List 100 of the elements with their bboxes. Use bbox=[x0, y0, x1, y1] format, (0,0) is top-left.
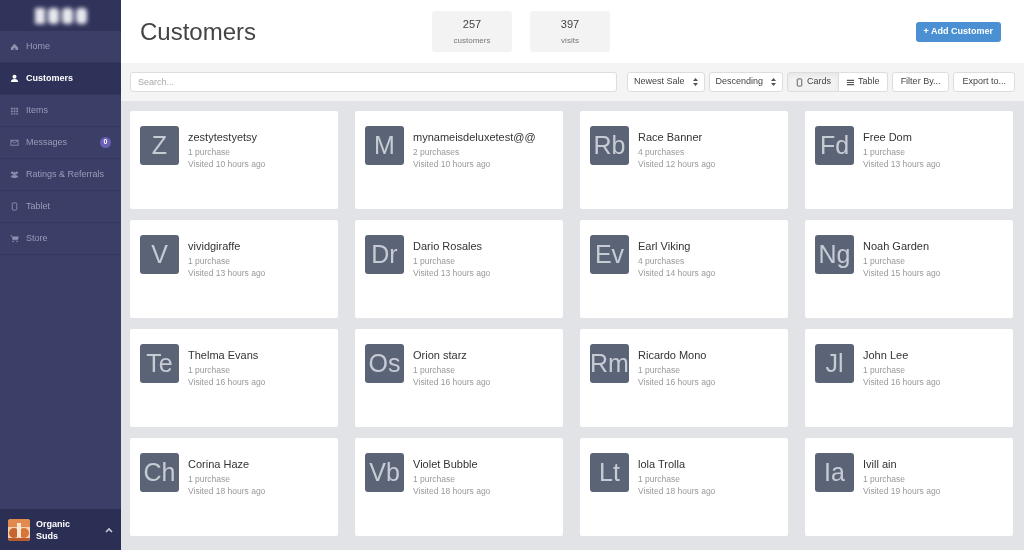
customer-avatar: Os bbox=[365, 344, 404, 383]
tablet-icon bbox=[795, 77, 805, 87]
last-visit: Visited 16 hours ago bbox=[413, 376, 491, 388]
customer-avatar: Ia bbox=[815, 453, 854, 492]
customer-avatar: V bbox=[140, 235, 179, 274]
customer-name: Free Dom bbox=[863, 130, 913, 144]
purchase-count: 2 purchases bbox=[413, 146, 461, 158]
purchase-count: 1 purchase bbox=[188, 473, 232, 485]
purchase-count: 1 purchase bbox=[413, 255, 457, 267]
customer-card[interactable]: Lt lola Trolla 1 purchase Visited 18 hours ago bbox=[580, 438, 788, 536]
order-select[interactable]: Descending bbox=[708, 72, 784, 92]
customer-card[interactable]: Fd Free Dom 1 purchase Visited 13 hours ago bbox=[805, 111, 1013, 209]
purchase-count: 4 purchases bbox=[638, 146, 686, 158]
home-icon bbox=[10, 42, 19, 51]
purchase-count: 4 purchases bbox=[638, 255, 686, 267]
customer-card[interactable]: Os Orion starz 1 purchase Visited 16 hours ago bbox=[355, 329, 563, 427]
last-visit: Visited 15 hours ago bbox=[863, 267, 941, 279]
sidebar-item[interactable]: Customers bbox=[0, 63, 121, 95]
customer-avatar: Lt bbox=[590, 453, 629, 492]
customer-card[interactable]: Ch Corina Haze 1 purchase Visited 18 hours ago bbox=[130, 438, 338, 536]
envelope-icon bbox=[10, 138, 19, 147]
purchase-count: 1 purchase bbox=[638, 364, 682, 376]
stat-value: 397 bbox=[560, 16, 580, 32]
customer-avatar: Rb bbox=[590, 126, 629, 165]
cart-icon bbox=[10, 234, 19, 243]
customer-avatar: Jl bbox=[815, 344, 854, 383]
account-bar[interactable]: Organic Suds bbox=[0, 509, 121, 550]
sidebar-label: Store bbox=[26, 231, 49, 245]
user-icon bbox=[10, 74, 19, 83]
last-visit: Visited 16 hours ago bbox=[863, 376, 941, 388]
sidebar-label: Items bbox=[26, 103, 49, 117]
customer-name: vividgiraffe bbox=[188, 239, 242, 253]
last-visit: Visited 13 hours ago bbox=[413, 267, 491, 279]
last-visit: Visited 13 hours ago bbox=[188, 267, 266, 279]
customer-avatar: Vb bbox=[365, 453, 404, 492]
search-field[interactable]: Search... bbox=[130, 72, 618, 92]
customer-name: lola Trolla bbox=[638, 457, 687, 471]
customer-card[interactable]: Jl John Lee 1 purchase Visited 16 hours ago bbox=[805, 329, 1013, 427]
page-title: Customers bbox=[140, 16, 258, 47]
last-visit: Visited 19 hours ago bbox=[863, 485, 941, 497]
customer-card[interactable]: Te Thelma Evans 1 purchase Visited 16 hours ago bbox=[130, 329, 338, 427]
customer-name: Ricardo Mono bbox=[638, 348, 708, 362]
updown-icon bbox=[692, 78, 698, 86]
last-visit: Visited 16 hours ago bbox=[188, 376, 266, 388]
customer-card[interactable]: Ev Earl Viking 4 purchases Visited 14 hours ago bbox=[580, 220, 788, 318]
customer-name: Dario Rosales bbox=[413, 239, 484, 253]
view-tab[interactable]: Table bbox=[839, 72, 888, 92]
sort-select[interactable]: Newest Sale bbox=[627, 72, 705, 92]
customer-avatar: Fd bbox=[815, 126, 854, 165]
customer-name: Corina Haze bbox=[188, 457, 251, 471]
sidebar-label: Ratings & Referrals bbox=[26, 167, 106, 181]
customer-name: Violet Bubble bbox=[413, 457, 479, 471]
last-visit: Visited 13 hours ago bbox=[863, 158, 941, 170]
customer-card[interactable]: Z zestytestyetsy 1 purchase Visited 10 hours ago bbox=[130, 111, 338, 209]
sidebar-label: Customers bbox=[26, 71, 74, 85]
customer-name: Orion starz bbox=[413, 348, 468, 362]
export-button[interactable]: Export to... bbox=[953, 72, 1015, 92]
last-visit: Visited 10 hours ago bbox=[413, 158, 492, 170]
purchase-count: 1 purchase bbox=[413, 364, 457, 376]
customer-card[interactable]: Ng Noah Garden 1 purchase Visited 15 hours ago bbox=[805, 220, 1013, 318]
purchase-count: 1 purchase bbox=[863, 255, 907, 267]
last-visit: Visited 14 hours ago bbox=[638, 267, 716, 279]
purchase-count: 1 purchase bbox=[188, 146, 232, 158]
tablet-icon bbox=[10, 202, 19, 211]
last-visit: Visited 16 hours ago bbox=[638, 376, 716, 388]
customer-name: mynameisdeluxetest@@ bbox=[413, 130, 536, 144]
last-visit: Visited 18 hours ago bbox=[638, 485, 716, 497]
customer-name: Ivill ain bbox=[863, 457, 898, 471]
customer-avatar: Rm bbox=[590, 344, 629, 383]
customer-avatar: Ev bbox=[590, 235, 629, 274]
view-tab[interactable]: Cards bbox=[787, 72, 840, 92]
purchase-count: 1 purchase bbox=[863, 364, 907, 376]
customer-card[interactable]: Ia Ivill ain 1 purchase Visited 19 hours ago bbox=[805, 438, 1013, 536]
chevron-up-icon[interactable] bbox=[105, 526, 113, 533]
purchase-count: 1 purchase bbox=[188, 364, 232, 376]
customer-avatar: Ch bbox=[140, 453, 179, 492]
purchase-count: 1 purchase bbox=[863, 146, 907, 158]
customer-name: Thelma Evans bbox=[188, 348, 260, 362]
customer-name: Noah Garden bbox=[863, 239, 931, 253]
customer-card[interactable]: V vividgiraffe 1 purchase Visited 13 hours ago bbox=[130, 220, 338, 318]
list-icon bbox=[846, 77, 856, 87]
sidebar-label: Messages bbox=[26, 135, 69, 149]
customer-name: Race Banner bbox=[638, 130, 704, 144]
customer-card[interactable]: Rb Race Banner 4 purchases Visited 12 hours ago bbox=[580, 111, 788, 209]
sidebar-label: Tablet bbox=[26, 199, 52, 213]
customer-avatar: Te bbox=[140, 344, 179, 383]
customer-card[interactable]: Vb Violet Bubble 1 purchase Visited 18 hours ago bbox=[355, 438, 563, 536]
customer-card[interactable]: Dr Dario Rosales 1 purchase Visited 13 hours ago bbox=[355, 220, 563, 318]
account-name: Organic Suds bbox=[36, 517, 71, 542]
stat-label: visits bbox=[561, 35, 579, 48]
last-visit: Visited 18 hours ago bbox=[413, 485, 491, 497]
customer-avatar: Z bbox=[140, 126, 179, 165]
updown-icon bbox=[771, 78, 777, 86]
customer-name: Earl Viking bbox=[638, 239, 692, 253]
stat-label: customers bbox=[453, 35, 491, 48]
purchase-count: 1 purchase bbox=[413, 473, 457, 485]
customer-avatar: M bbox=[365, 126, 404, 165]
purchase-count: 1 purchase bbox=[638, 473, 682, 485]
filter-button[interactable]: Filter By... bbox=[891, 72, 950, 92]
customer-card[interactable]: M mynameisdeluxetest@@ 2 purchases Visited 10 hours ago bbox=[355, 111, 563, 209]
